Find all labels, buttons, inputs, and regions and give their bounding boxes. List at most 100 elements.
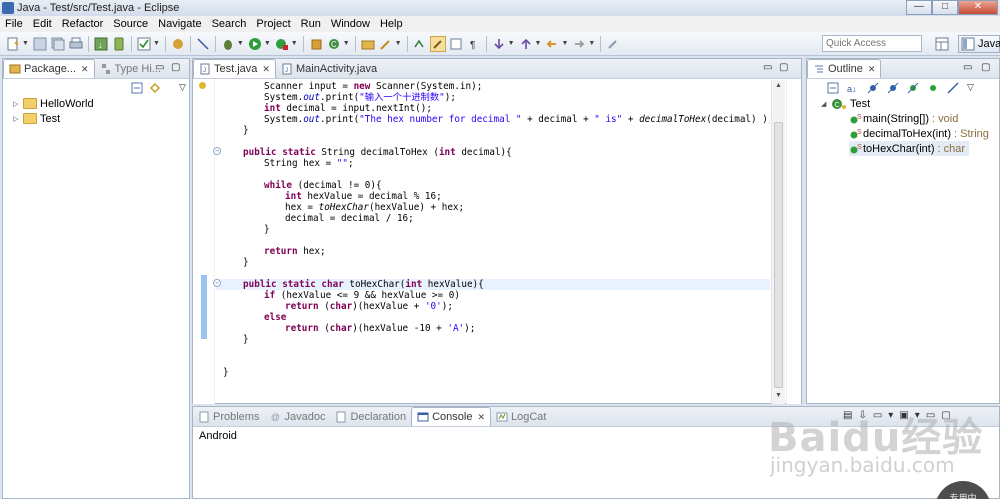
tree-project-helloworld[interactable]: ▷ HelloWorld — [13, 96, 94, 111]
toggle-breadcrumb-icon[interactable] — [412, 36, 428, 52]
minimize-view-icon[interactable]: ▭ — [963, 62, 972, 73]
run-icon[interactable] — [247, 36, 263, 52]
debug-icon[interactable] — [220, 36, 236, 52]
search-dropdown-icon[interactable]: ▼ — [395, 40, 402, 47]
tab-problems[interactable]: Problems — [193, 407, 264, 426]
close-tab-icon[interactable]: ✕ — [262, 64, 270, 75]
forward-dropdown-icon[interactable]: ▼ — [588, 40, 595, 47]
save-icon[interactable] — [32, 36, 48, 52]
minimize-view-icon[interactable]: ▭ — [926, 410, 935, 421]
hide-nonpublic-icon[interactable] — [907, 82, 919, 97]
menu-help[interactable]: Help — [375, 18, 408, 30]
sort-icon[interactable]: a↓ — [847, 82, 859, 97]
clear-console-icon[interactable]: ▤ — [843, 410, 852, 421]
expand-icon[interactable]: ▷ — [13, 115, 23, 123]
view-menu-icon[interactable]: ▽ — [967, 82, 974, 97]
skip-breakpoints-icon[interactable] — [195, 36, 211, 52]
console-output[interactable]: Android — [199, 430, 237, 442]
tab-mainactivity-java[interactable]: J MainActivity.java — [276, 59, 382, 78]
next-annotation-icon[interactable] — [491, 36, 507, 52]
print-icon[interactable] — [68, 36, 84, 52]
tab-javadoc[interactable]: @ Javadoc — [264, 407, 330, 426]
menu-run[interactable]: Run — [296, 18, 326, 30]
outline-method-tohexchar[interactable]: S toHexChar(int) : char — [849, 141, 970, 156]
block-selection-icon[interactable]: ¶ — [466, 36, 482, 52]
code-editor[interactable]: − − Scanner input = new Scanner(System.i… — [193, 80, 770, 404]
menu-navigate[interactable]: Navigate — [153, 18, 206, 30]
scroll-lock-icon[interactable]: ⇩ — [858, 410, 866, 421]
maximize-button[interactable]: □ — [932, 0, 958, 15]
scroll-up-icon[interactable]: ▲ — [775, 82, 782, 89]
avd-manager-icon[interactable] — [111, 36, 127, 52]
outline-method-decimaltohex[interactable]: S decimalToHex(int) : String — [849, 126, 989, 141]
new-package-icon[interactable] — [308, 36, 324, 52]
lint-icon[interactable] — [136, 36, 152, 52]
maximize-view-icon[interactable]: ▢ — [171, 62, 180, 73]
editor-vertical-scrollbar[interactable]: ▲ ▼ — [771, 80, 785, 404]
outline-method-main[interactable]: S main(String[]) : void — [849, 111, 958, 126]
collapse-all-icon[interactable] — [131, 82, 143, 97]
tab-package-explorer[interactable]: Package... ✕ — [3, 59, 95, 78]
hide-local-types-icon[interactable] — [927, 82, 939, 97]
view-menu-icon[interactable]: ▾ — [915, 410, 920, 421]
external-tools-icon[interactable] — [274, 36, 290, 52]
menu-window[interactable]: Window — [326, 18, 375, 30]
minimize-button[interactable]: — — [906, 0, 932, 15]
fold-icon[interactable]: − — [213, 279, 221, 287]
lint-dropdown-icon[interactable]: ▼ — [153, 40, 160, 47]
scrollbar-thumb[interactable] — [774, 122, 783, 388]
close-tab-icon[interactable]: ✕ — [868, 64, 876, 75]
save-all-icon[interactable] — [50, 36, 66, 52]
menu-search[interactable]: Search — [207, 18, 252, 30]
search-icon[interactable] — [378, 36, 394, 52]
open-perspective-icon[interactable] — [934, 36, 952, 52]
back-dropdown-icon[interactable]: ▼ — [561, 40, 568, 47]
maximize-view-icon[interactable]: ▢ — [779, 62, 788, 73]
menu-file[interactable]: File — [0, 18, 28, 30]
fold-icon[interactable]: − — [213, 147, 221, 155]
new-class-icon[interactable]: C — [326, 36, 342, 52]
outline-class-test[interactable]: ◢ C Test — [821, 96, 870, 111]
minimize-view-icon[interactable]: ▭ — [763, 62, 772, 73]
overview-ruler[interactable] — [786, 80, 801, 404]
menu-edit[interactable]: Edit — [28, 18, 57, 30]
menu-project[interactable]: Project — [251, 18, 295, 30]
quick-access-input[interactable] — [822, 35, 922, 52]
close-tab-icon[interactable]: ✕ — [477, 412, 485, 423]
forward-icon[interactable] — [571, 36, 587, 52]
link-with-editor-icon[interactable] — [149, 82, 163, 97]
view-menu-icon[interactable]: ▽ — [179, 82, 186, 97]
menu-source[interactable]: Source — [108, 18, 153, 30]
open-console-icon[interactable]: ▣ — [899, 410, 908, 421]
mark-occurrences-icon[interactable] — [429, 35, 446, 52]
display-console-icon[interactable]: ▾ — [888, 410, 893, 421]
previous-annotation-dropdown-icon[interactable]: ▼ — [535, 40, 542, 47]
hide-static-icon[interactable] — [887, 82, 899, 97]
close-tab-icon[interactable]: ✕ — [81, 64, 89, 75]
pin-editor-icon[interactable] — [605, 36, 621, 52]
close-button[interactable]: ✕ — [958, 0, 998, 15]
show-whitespace-icon[interactable] — [448, 36, 464, 52]
sdk-manager-icon[interactable]: ↓ — [93, 36, 109, 52]
tab-console[interactable]: Console ✕ — [411, 407, 491, 426]
next-annotation-dropdown-icon[interactable]: ▼ — [508, 40, 515, 47]
minimize-view-icon[interactable]: ▭ — [155, 62, 164, 73]
previous-annotation-icon[interactable] — [518, 36, 534, 52]
tab-test-java[interactable]: J Test.java ✕ — [193, 59, 276, 78]
new-dropdown-icon[interactable]: ▼ — [22, 40, 29, 47]
java-perspective-button[interactable]: Java — [958, 35, 1000, 53]
tab-logcat[interactable]: LogCat — [491, 407, 551, 426]
collapse-all-icon[interactable] — [827, 82, 839, 97]
run-dropdown-icon[interactable]: ▼ — [264, 40, 271, 47]
hide-fields-icon[interactable] — [867, 82, 879, 97]
tree-project-test[interactable]: ▷ Test — [13, 111, 60, 126]
maximize-view-icon[interactable]: ▢ — [941, 410, 950, 421]
collapse-icon[interactable]: ◢ — [821, 100, 831, 108]
focus-icon[interactable] — [947, 82, 959, 97]
debug-dropdown-icon[interactable]: ▼ — [237, 40, 244, 47]
maximize-view-icon[interactable]: ▢ — [981, 62, 990, 73]
pin-console-icon[interactable]: ▭ — [873, 410, 882, 421]
open-type-icon[interactable] — [360, 36, 376, 52]
back-icon[interactable] — [544, 36, 560, 52]
new-icon[interactable]: ✦ — [5, 36, 21, 52]
